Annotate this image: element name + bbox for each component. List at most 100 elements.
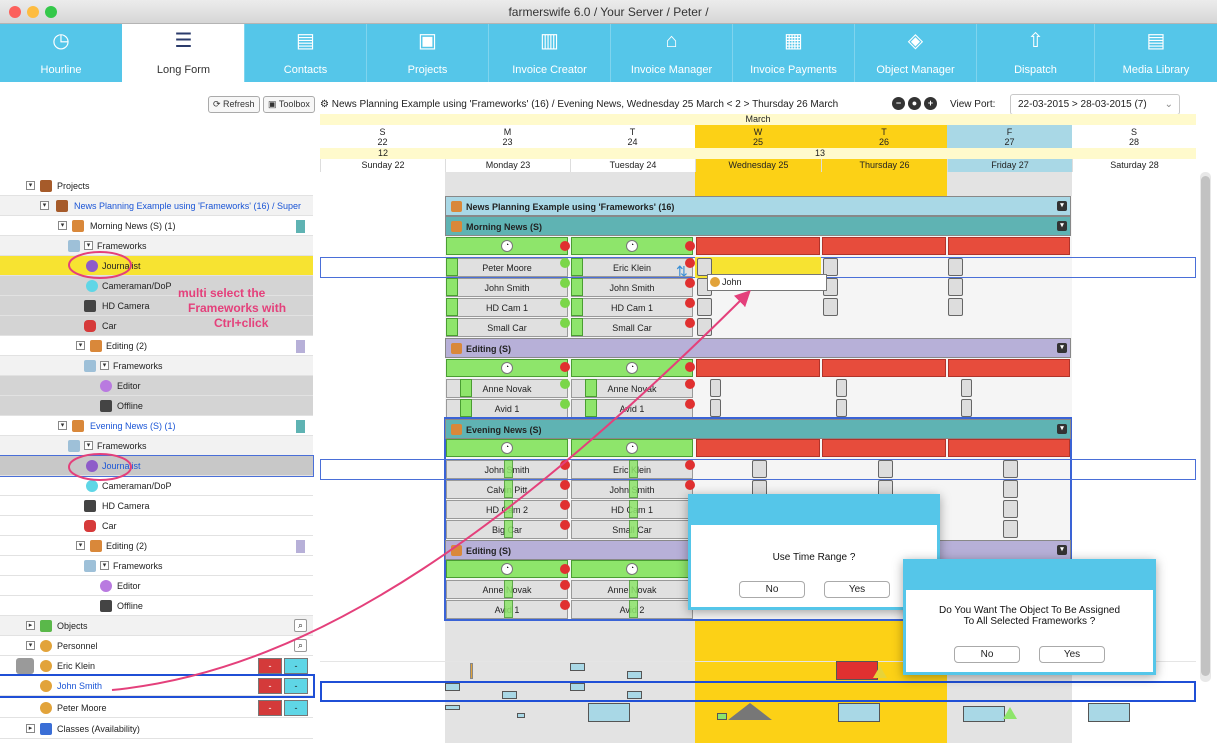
framework-bar[interactable]: ◔ [571,560,693,578]
tree-row-offline[interactable]: Offline [0,396,313,416]
tree-row-personnel[interactable]: ▾ Personnel ⌕ [0,636,313,656]
tree-row-editor[interactable]: Editor [0,576,313,596]
tree-row-frameworks[interactable]: ▾ Frameworks [0,236,313,256]
empty-slot[interactable] [878,460,893,478]
project-header[interactable]: News Planning Example using 'Frameworks'… [445,196,1071,216]
framework-bar[interactable]: ◔ [446,439,568,457]
assignment-cell[interactable]: John Smith [446,278,568,297]
framework-bar[interactable]: ◔ [446,237,568,255]
today-button[interactable]: ● [908,97,921,110]
remove-button[interactable]: - [258,700,282,716]
tree-row-frameworks[interactable]: ▾ Frameworks [0,556,313,576]
search-icon[interactable]: ⌕ [294,619,307,632]
toolbar-media-library[interactable]: ▤ Media Library [1094,24,1217,82]
refresh-button[interactable]: ⟳ Refresh [208,96,260,113]
empty-slot[interactable] [836,379,847,397]
framework-bar[interactable]: ◔ [571,439,693,457]
framework-bar[interactable]: ◔ [446,560,568,578]
assignment-cell[interactable]: Eric Klein [571,258,693,277]
framework-bar[interactable] [696,237,820,255]
toolbar-long-form[interactable]: ☰ Long Form [122,24,244,82]
toggle-button[interactable]: - [284,700,308,716]
tree-row-projects[interactable]: ▾ Projects [0,176,313,196]
toolbar-dispatch[interactable]: ⇧ Dispatch [976,24,1094,82]
framework-bar[interactable] [948,359,1070,377]
toolbar-hourline[interactable]: ◷ Hourline [0,24,122,82]
assignment-cell[interactable]: Small Car [446,318,568,337]
empty-slot[interactable] [823,298,838,316]
framework-bar[interactable] [948,237,1070,255]
empty-slot[interactable] [961,379,972,397]
no-button[interactable]: No [954,646,1020,663]
tree-row-morning-news[interactable]: ▾ Morning News (S) (1) [0,216,313,236]
toolbar-invoice-creator[interactable]: ▥ Invoice Creator [488,24,610,82]
empty-slot[interactable] [710,399,721,417]
viewport-select[interactable]: 22-03-2015 > 28-03-2015 (7) ⌄ [1010,94,1180,115]
morning-news-header[interactable]: Morning News (S) ▾ [445,216,1071,236]
toolbar-contacts[interactable]: ▤ Contacts [244,24,366,82]
close-window-button[interactable] [9,6,21,18]
dropdown-icon[interactable]: ▾ [1057,424,1067,434]
no-button[interactable]: No [739,581,805,598]
tree-row-cameraman[interactable]: Cameraman/DoP [0,476,313,496]
minimize-window-button[interactable] [27,6,39,18]
tree-row-car[interactable]: Car [0,516,313,536]
search-icon[interactable]: ⌕ [294,639,307,652]
tree-row-editing[interactable]: ▾ Editing (2) [0,336,313,356]
tree-row-journalist[interactable]: Journalist [0,455,314,477]
toggle-button[interactable]: - [284,658,308,674]
dropdown-icon[interactable]: ▾ [1057,545,1067,555]
assignment-cell[interactable]: Peter Moore [446,258,568,277]
zoom-in-button[interactable]: + [924,97,937,110]
tree-row-offline[interactable]: Offline [0,596,313,616]
toggle-button[interactable]: - [284,678,308,694]
framework-bar[interactable]: ◔ [446,359,568,377]
trash-icon[interactable] [16,658,34,674]
framework-bar[interactable] [822,237,946,255]
assignment-cell[interactable]: Small Car [571,318,693,337]
tree-row-cameraman[interactable]: Cameraman/DoP [0,276,313,296]
empty-slot[interactable] [948,298,963,316]
empty-slot[interactable] [697,318,712,336]
yes-button[interactable]: Yes [1039,646,1105,663]
tree-row-peter-moore[interactable]: Peter Moore - - [0,698,313,718]
dropdown-icon[interactable]: ▾ [1057,343,1067,353]
toolbar-invoice-manager[interactable]: ⌂ Invoice Manager [610,24,732,82]
empty-slot[interactable] [710,379,721,397]
tree-row-frameworks[interactable]: ▾ Frameworks [0,356,313,376]
toolbar-object-manager[interactable]: ◈ Object Manager [854,24,976,82]
yes-button[interactable]: Yes [824,581,890,598]
empty-slot[interactable] [1003,480,1018,498]
editing-header[interactable]: Editing (S) ▾ [445,338,1071,358]
evening-news-header[interactable]: Evening News (S) ▾ [445,419,1071,439]
tree-row-eric-klein[interactable]: Eric Klein - - [0,656,313,676]
tree-row-john-smith[interactable]: John Smith - - [0,674,315,698]
empty-slot[interactable] [961,399,972,417]
framework-bar[interactable] [948,439,1070,457]
dropdown-icon[interactable]: ▾ [1057,221,1067,231]
framework-bar[interactable]: ◔ [571,359,693,377]
dropdown-icon[interactable]: ▾ [1057,201,1067,211]
toolbox-button[interactable]: ▣ Toolbox [263,96,315,113]
empty-slot[interactable] [948,278,963,296]
assignment-cell[interactable]: John Smith [571,278,693,297]
framework-bar[interactable] [822,439,946,457]
tree-row-editor[interactable]: Editor [0,376,313,396]
framework-bar[interactable] [696,359,820,377]
assignment-cell[interactable]: HD Cam 1 [446,298,568,317]
empty-slot[interactable] [836,399,847,417]
tree-row-project[interactable]: ▾ News Planning Example using 'Frameworks… [0,196,313,216]
tree-row-objects[interactable]: ▸ Objects ⌕ [0,616,313,636]
tree-row-evening-news[interactable]: ▾ Evening News (S) (1) [0,416,313,436]
remove-button[interactable]: - [258,658,282,674]
empty-slot[interactable] [1003,500,1018,518]
zoom-out-button[interactable]: − [892,97,905,110]
empty-slot[interactable] [1003,520,1018,538]
empty-slot[interactable] [752,460,767,478]
remove-button[interactable]: - [258,678,282,694]
framework-bar[interactable] [696,439,820,457]
framework-bar[interactable]: ◔ [571,237,693,255]
toolbar-invoice-payments[interactable]: ▦ Invoice Payments [732,24,854,82]
tree-row-frameworks[interactable]: ▾ Frameworks [0,436,313,456]
zoom-window-button[interactable] [45,6,57,18]
